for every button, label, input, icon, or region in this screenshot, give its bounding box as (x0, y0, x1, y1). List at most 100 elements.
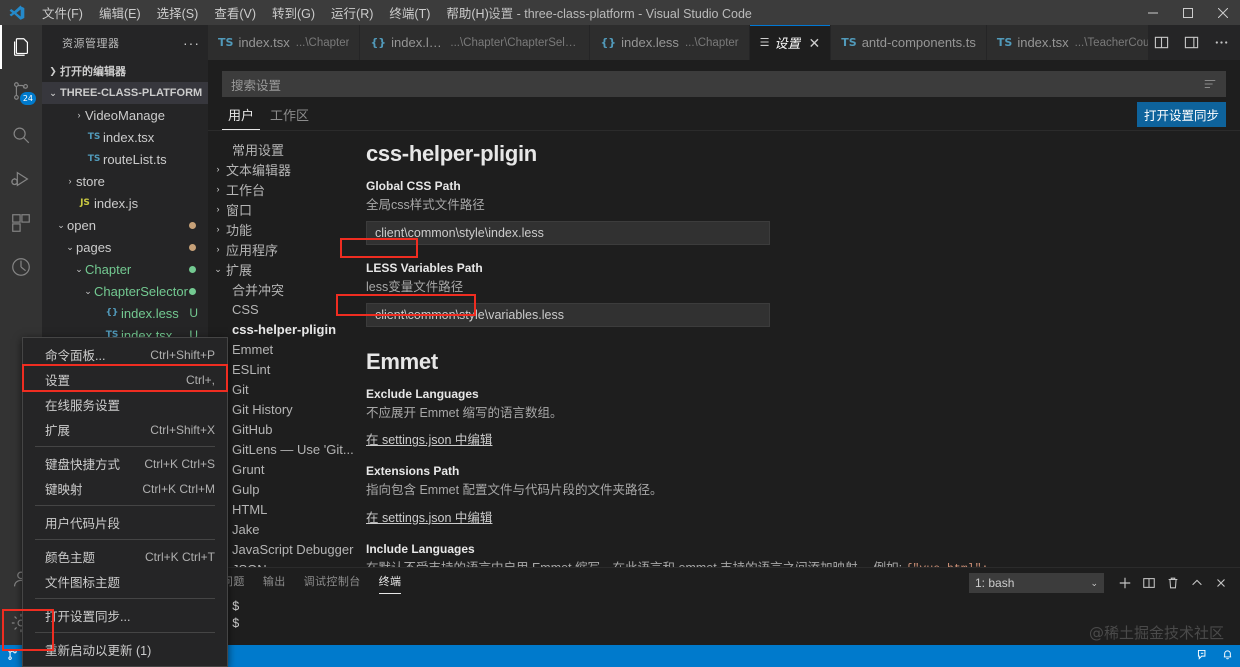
context-menu-item[interactable]: 命令面板... Ctrl+Shift+P (23, 342, 227, 367)
file-tree-row[interactable]: JS index.js (42, 192, 208, 214)
clear-filters-icon[interactable] (1203, 77, 1217, 91)
ellipsis-icon[interactable]: ··· (183, 35, 200, 51)
menu-go[interactable]: 转到(G) (264, 0, 323, 25)
settings-toc-row[interactable]: JSON (208, 559, 358, 568)
context-menu-item[interactable]: 键映射 Ctrl+K Ctrl+M (23, 476, 227, 501)
status-notifications[interactable] (1215, 648, 1240, 664)
file-tree-row[interactable]: › VideoManage (42, 104, 208, 126)
menu-file[interactable]: 文件(F) (34, 0, 91, 25)
context-menu-item[interactable]: 在线服务设置 (23, 392, 227, 417)
settings-toc-row[interactable]: ⌄ 扩展 (208, 259, 358, 279)
open-editors-section[interactable]: ❯ 打开的编辑器 (42, 60, 208, 82)
context-menu-item[interactable]: 用户代码片段 (23, 510, 227, 535)
open-settings-sync-button[interactable]: 打开设置同步 (1136, 102, 1226, 127)
context-menu-item[interactable]: 键盘快捷方式 Ctrl+K Ctrl+S (23, 451, 227, 476)
editor-tab[interactable]: TS index.tsx ...\Chapter (208, 25, 361, 60)
settings-toc-row[interactable]: › 应用程序 (208, 239, 358, 259)
context-menu-item[interactable]: 扩展 Ctrl+Shift+X (23, 417, 227, 442)
tab-workspace[interactable]: 工作区 (264, 105, 315, 130)
terminal-select[interactable]: 1: bash ⌄ (969, 573, 1104, 593)
more-actions-icon[interactable] (1208, 30, 1234, 56)
settings-search-input[interactable]: 搜索设置 (222, 71, 1226, 97)
activity-search[interactable] (0, 113, 42, 157)
file-tree-row[interactable]: ⌄ Chapter (42, 258, 208, 280)
editor-tab[interactable]: TS index.tsx ...\TeacherCourseList (986, 25, 1148, 60)
settings-toc-row[interactable]: HTML (208, 499, 358, 519)
setting-text-input[interactable]: client\common\style\variables.less (366, 303, 770, 328)
settings-toc-label: 工作台 (226, 182, 266, 198)
setting-text-input[interactable]: client\common\style\index.less (366, 221, 770, 246)
settings-toc-row[interactable]: GitHub (208, 419, 358, 439)
settings-toc[interactable]: 常用设置 › 文本编辑器 › 工作台 › 窗口 › 功能 › 应用程序 ⌄ 扩展 合并冲突 CSS css-h… (208, 131, 358, 568)
settings-toc-row[interactable]: Jake (208, 519, 358, 539)
file-tree-row[interactable]: › store (42, 170, 208, 192)
settings-toc-row[interactable]: › 工作台 (208, 179, 358, 199)
settings-toc-row[interactable]: Git (208, 379, 358, 399)
manage-context-menu[interactable]: 命令面板... Ctrl+Shift+P 设置 Ctrl+, 在线服务设置 扩展 Ctrl+… (22, 337, 228, 667)
menu-edit[interactable]: 编辑(E) (91, 0, 149, 25)
menu-terminal[interactable]: 终端(T) (381, 0, 438, 25)
settings-toc-row[interactable]: Git History (208, 399, 358, 419)
settings-toc-row[interactable]: css-helper-pligin (208, 319, 358, 339)
settings-toc-row[interactable]: JavaScript Debugger (208, 539, 358, 559)
panel-tab-debug-console[interactable]: 调试控制台 (304, 573, 361, 594)
settings-toc-row[interactable]: CSS (208, 299, 358, 319)
settings-toc-row[interactable]: 合并冲突 (208, 279, 358, 299)
settings-toc-row[interactable]: › 窗口 (208, 199, 358, 219)
editor-tab[interactable]: TS antd-components.ts (831, 25, 987, 60)
context-menu-item[interactable]: 设置 Ctrl+, (23, 367, 227, 392)
settings-toc-row[interactable]: Gulp (208, 479, 358, 499)
menu-view[interactable]: 查看(V) (206, 0, 264, 25)
edit-in-settings-json-link[interactable]: 在 settings.json 中编辑 (366, 429, 770, 448)
split-terminal-icon[interactable] (1138, 572, 1160, 594)
file-tree-row[interactable]: ⌄ ChapterSelector (42, 280, 208, 302)
editor-tab[interactable]: ☰ 设置 ✕ (749, 25, 832, 60)
editor-tab[interactable]: {} index.less ...\Chapter\ChapterSelector (360, 25, 591, 60)
status-feedback[interactable] (1190, 648, 1215, 664)
split-editor-icon[interactable] (1148, 30, 1174, 56)
menu-help[interactable]: 帮助(H) (438, 0, 496, 25)
file-tree-row[interactable]: ⌄ open (42, 214, 208, 236)
context-menu-item[interactable]: 打开设置同步... (23, 603, 227, 628)
activity-explorer[interactable] (0, 25, 42, 69)
tab-close-icon[interactable]: ✕ (809, 36, 821, 50)
context-menu-item[interactable]: 颜色主题 Ctrl+K Ctrl+T (23, 544, 227, 569)
tab-file-icon: TS (218, 36, 234, 49)
maximize-panel-icon[interactable] (1186, 572, 1208, 594)
panel-tab-output[interactable]: 输出 (263, 573, 286, 594)
kill-terminal-icon[interactable] (1162, 572, 1184, 594)
settings-toc-row[interactable]: ESLint (208, 359, 358, 379)
edit-in-settings-json-link[interactable]: 在 settings.json 中编辑 (366, 507, 770, 526)
bottom-panel: 问题 输出 调试控制台 终端 1: bash ⌄ $ $ @稀土掘金技术社区 (208, 567, 1240, 645)
activity-extensions[interactable] (0, 201, 42, 245)
settings-toc-row[interactable]: Emmet (208, 339, 358, 359)
terminal-output[interactable]: $ $ @稀土掘金技术社区 (208, 598, 1240, 645)
context-menu-item[interactable]: 重新启动以更新 (1) (23, 637, 227, 662)
settings-toc-row[interactable]: › 功能 (208, 219, 358, 239)
layout-icon[interactable] (1178, 30, 1204, 56)
close-panel-icon[interactable] (1210, 572, 1232, 594)
menu-bar[interactable]: 文件(F) 编辑(E) 选择(S) 查看(V) 转到(G) 运行(R) 终端(T… (34, 0, 497, 25)
file-tree-row[interactable]: {}index.less U (42, 302, 208, 324)
file-tree-row[interactable]: TS index.tsx (42, 126, 208, 148)
settings-toc-row[interactable]: 常用设置 (208, 139, 358, 159)
panel-tab-terminal[interactable]: 终端 (378, 573, 402, 594)
maximize-button[interactable] (1170, 0, 1205, 25)
tab-user[interactable]: 用户 (222, 105, 261, 130)
settings-toc-row[interactable]: › 文本编辑器 (208, 159, 358, 179)
menu-selection[interactable]: 选择(S) (149, 0, 207, 25)
minimize-button[interactable] (1135, 0, 1170, 25)
file-tree-row[interactable]: TS routeList.ts (42, 148, 208, 170)
menu-run[interactable]: 运行(R) (323, 0, 381, 25)
file-tree-row[interactable]: ⌄ pages (42, 236, 208, 258)
activity-testing[interactable] (0, 245, 42, 289)
activity-source-control[interactable]: 24 (0, 69, 42, 113)
new-terminal-icon[interactable] (1114, 572, 1136, 594)
close-button[interactable] (1205, 0, 1240, 25)
project-section[interactable]: ⌄ THREE-CLASS-PLATFORM (42, 82, 208, 104)
activity-run-debug[interactable] (0, 157, 42, 201)
editor-tab[interactable]: {} index.less ...\Chapter (590, 25, 750, 60)
settings-toc-row[interactable]: Grunt (208, 459, 358, 479)
context-menu-item[interactable]: 文件图标主题 (23, 569, 227, 594)
settings-toc-row[interactable]: GitLens — Use 'Git... (208, 439, 358, 459)
